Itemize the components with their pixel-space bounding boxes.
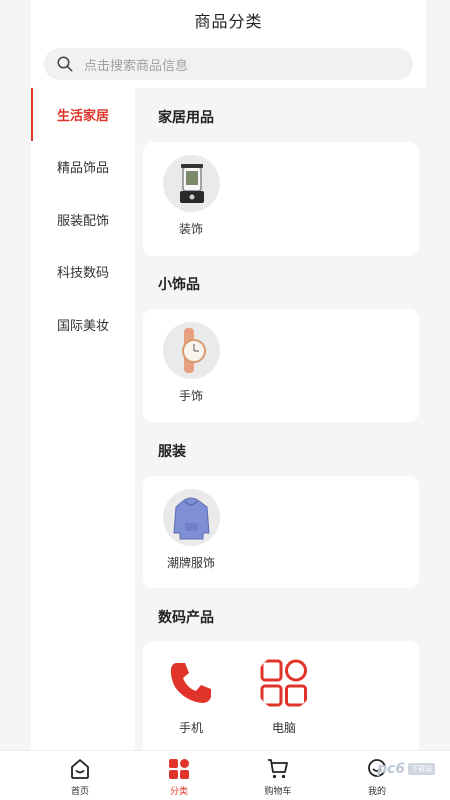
section-card: 手机 电脑 xyxy=(143,641,419,750)
tab-label: 首页 xyxy=(70,787,89,797)
subcategory-item[interactable]: 装饰 xyxy=(158,155,224,237)
subcategory-label: 装饰 xyxy=(178,222,203,236)
hoodie-image xyxy=(162,489,220,546)
sidebar-item-label: 服装配饰 xyxy=(56,213,109,229)
tab-label: 我的 xyxy=(367,787,386,797)
subcategory-item[interactable]: 手机 xyxy=(158,654,224,736)
sidebar-item-label: 国际美妆 xyxy=(56,318,109,334)
sidebar-item-accessories[interactable]: 精品饰品 xyxy=(31,141,135,194)
section-card: 手饰 xyxy=(143,309,419,422)
category-content: 家居用品 装饰 小饰品 手饰 服装 潮牌服饰 数码产品 手机 电脑 xyxy=(135,88,426,750)
watch-image xyxy=(162,322,220,379)
search-icon xyxy=(57,56,73,72)
section-title: 家居用品 xyxy=(158,110,214,126)
watermark-badge: 下载站 xyxy=(408,763,436,775)
subcategory-label: 手饰 xyxy=(178,389,203,403)
subcategory-label: 手机 xyxy=(178,721,203,735)
subcategory-item[interactable]: 手饰 xyxy=(158,322,224,404)
sidebar-item-label: 精品饰品 xyxy=(56,161,109,177)
tab-home[interactable]: 首页 xyxy=(50,757,110,797)
grid-icon xyxy=(256,654,313,711)
sidebar-item-digital[interactable]: 科技数码 xyxy=(31,246,135,299)
subcategory-item[interactable]: 电脑 xyxy=(251,654,317,736)
section-card: 装饰 xyxy=(143,142,419,256)
section-card: 潮牌服饰 xyxy=(143,476,419,588)
phone-screen: 商品分类 点击搜索商品信息 生活家居 精品饰品 服装配饰 科技数码 国际美妆 家… xyxy=(31,0,426,800)
subcategory-item[interactable]: 潮牌服饰 xyxy=(158,489,224,571)
sidebar-item-apparel[interactable]: 服装配饰 xyxy=(31,193,135,246)
sidebar-item-label: 科技数码 xyxy=(56,266,109,282)
sidebar-item-beauty[interactable]: 国际美妆 xyxy=(31,298,135,351)
section-title: 服装 xyxy=(158,444,186,460)
category-sidebar: 生活家居 精品饰品 服装配饰 科技数码 国际美妆 xyxy=(31,88,135,750)
home-icon xyxy=(71,759,89,779)
category-icon xyxy=(169,759,189,779)
cart-icon xyxy=(268,759,288,779)
tab-category[interactable]: 分类 xyxy=(149,757,209,797)
tab-cart[interactable]: 购物车 xyxy=(248,757,308,797)
subcategory-label: 潮牌服饰 xyxy=(166,556,215,570)
blender-image xyxy=(162,155,220,212)
tab-label: 购物车 xyxy=(264,787,292,797)
watermark-logo: pc6 下载站 xyxy=(377,758,443,780)
section-title: 小饰品 xyxy=(158,277,200,293)
app-root: 商品分类 点击搜索商品信息 生活家居 精品饰品 服装配饰 科技数码 国际美妆 家… xyxy=(0,0,450,800)
page-title: 商品分类 xyxy=(194,12,263,31)
watermark-text: pc6 xyxy=(377,761,406,777)
subcategory-label: 电脑 xyxy=(271,721,296,735)
search-placeholder: 点击搜索商品信息 xyxy=(84,58,189,74)
search-input[interactable]: 点击搜索商品信息 xyxy=(44,48,413,80)
search-bar: 点击搜索商品信息 xyxy=(31,40,426,88)
header: 商品分类 xyxy=(31,0,426,40)
tab-label: 分类 xyxy=(169,787,188,797)
section-title: 数码产品 xyxy=(158,610,214,626)
phone-icon xyxy=(163,654,220,711)
sidebar-item-home-living[interactable]: 生活家居 xyxy=(31,88,135,141)
sidebar-item-label: 生活家居 xyxy=(56,108,109,124)
